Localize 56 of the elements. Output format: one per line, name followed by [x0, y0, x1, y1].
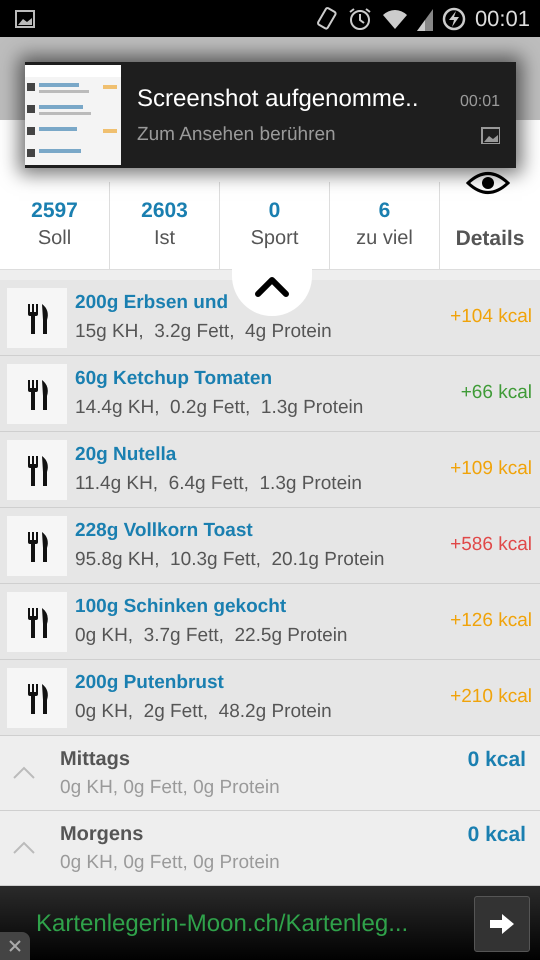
meal-macros: 0g KH, 0g Fett, 0g Protein: [60, 776, 281, 800]
notification-title: Screenshot aufgenomme..: [137, 84, 418, 114]
food-macros: 14.4g KH, 0.2g Fett, 1.3g Protein: [75, 396, 364, 420]
food-name: 200g Putenbrust: [75, 671, 224, 695]
ad-open-button[interactable]: [474, 896, 530, 952]
notification-card[interactable]: Screenshot aufgenomme.. 00:01 Zum Ansehen berühren: [25, 62, 516, 168]
summary-label: Soll: [38, 226, 72, 252]
food-row[interactable]: 60g Ketchup Tomaten 14.4g KH, 0.2g Fett, 1.3g Protein +66 kcal: [0, 356, 540, 432]
meal-kcal: 0 kcal: [468, 822, 526, 848]
food-name: 200g Erbsen und: [75, 291, 228, 315]
food-kcal: +126 kcal: [450, 609, 532, 634]
eye-icon: [466, 170, 510, 196]
food-macros: 15g KH, 3.2g Fett, 4g Protein: [75, 320, 333, 344]
food-name: 100g Schinken gekocht: [75, 595, 286, 619]
summary-value: 2603: [141, 198, 188, 224]
meal-name: Mittags: [60, 746, 131, 772]
summary-label: Ist: [154, 226, 176, 252]
image-icon: [480, 126, 500, 144]
notification-text: Zum Ansehen berühren: [137, 122, 336, 147]
food-kcal: +66 kcal: [460, 381, 532, 406]
food-kcal: +586 kcal: [450, 533, 532, 558]
notification-time: 00:01: [460, 92, 500, 112]
alarm-icon: [346, 6, 373, 32]
status-time: 00:01: [474, 5, 530, 33]
food-kcal: +210 kcal: [450, 685, 532, 710]
food-kcal: +109 kcal: [450, 457, 532, 482]
ad-close-button[interactable]: [0, 932, 30, 960]
summary-value: 0: [268, 198, 280, 224]
summary-label: Sport: [250, 226, 298, 252]
summary-value: 6: [378, 198, 390, 224]
food-macros: 95.8g KH, 10.3g Fett, 20.1g Protein: [75, 548, 386, 572]
food-macros: 11.4g KH, 6.4g Fett, 1.3g Protein: [75, 472, 363, 496]
food-macros: 0g KH, 2g Fett, 48.2g Protein: [75, 700, 333, 724]
food-row[interactable]: 200g Erbsen und 15g KH, 3.2g Fett, 4g Protein +104 kcal: [0, 280, 540, 356]
arrow-right-icon: [488, 912, 516, 936]
food-row[interactable]: 200g Putenbrust 0g KH, 2g Fett, 48.2g Protein +210 kcal: [0, 660, 540, 736]
food-name: 60g Ketchup Tomaten: [75, 367, 272, 391]
summary-label: zu viel: [356, 226, 413, 252]
ad-banner[interactable]: Kartenlegerin-Moon.ch/Kartenleg...: [0, 886, 540, 960]
ad-link-text: Kartenlegerin-Moon.ch/Kartenleg...: [36, 908, 408, 938]
battery-charging-icon: [440, 6, 467, 32]
food-row[interactable]: 100g Schinken gekocht 0g KH, 3.7g Fett, 22.5g Protein +126 kcal: [0, 584, 540, 660]
meal-name: Morgens: [60, 822, 144, 847]
food-row[interactable]: 228g Vollkorn Toast 95.8g KH, 10.3g Fett, 20.1g Protein +586 kcal: [0, 508, 540, 584]
close-icon: [8, 938, 22, 953]
vibrate-icon: [314, 6, 339, 32]
food-name: 20g Nutella: [75, 443, 176, 467]
signal-icon: [416, 6, 433, 30]
food-name: 228g Vollkorn Toast: [75, 519, 253, 543]
food-kcal: +104 kcal: [450, 305, 532, 330]
food-row[interactable]: 20g Nutella 11.4g KH, 6.4g Fett, 1.3g Protein +109 kcal: [0, 432, 540, 508]
meal-kcal: 0 kcal: [468, 747, 526, 773]
food-macros: 0g KH, 3.7g Fett, 22.5g Protein: [75, 624, 348, 648]
summary-value: 2597: [31, 198, 78, 224]
meal-macros: 0g KH, 0g Fett, 0g Protein: [60, 850, 281, 875]
image-icon: [14, 8, 36, 28]
